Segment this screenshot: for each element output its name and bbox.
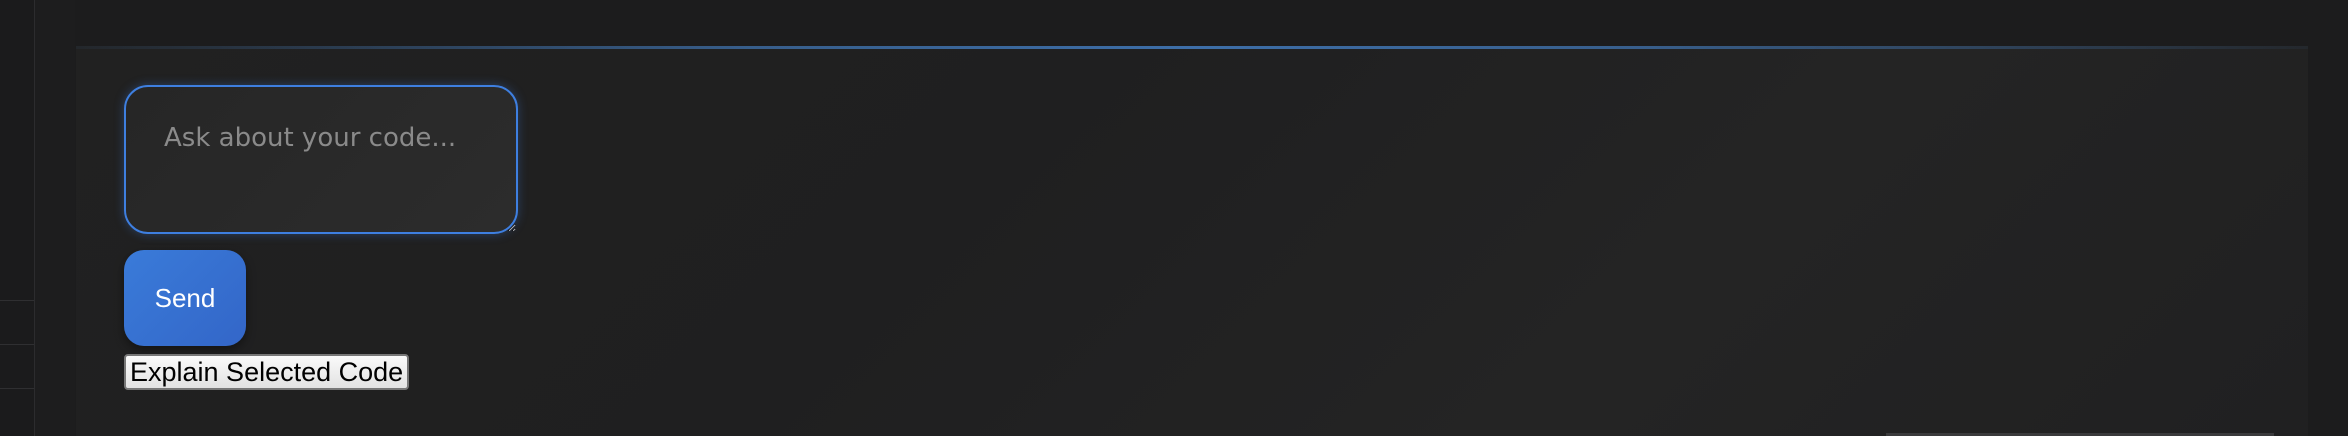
left-activity-rail <box>0 0 35 436</box>
send-button[interactable]: Send <box>124 250 246 346</box>
rail-divider <box>0 344 34 345</box>
chat-panel: Send Explain Selected Code <box>76 46 2308 436</box>
rail-divider <box>0 300 34 301</box>
panel-gutter <box>35 0 75 436</box>
panel-top-border <box>76 46 2308 49</box>
chat-input[interactable] <box>124 85 518 234</box>
rail-divider <box>0 388 34 389</box>
explain-selected-code-button[interactable]: Explain Selected Code <box>124 354 410 390</box>
page: Send Explain Selected Code <box>0 0 2348 436</box>
